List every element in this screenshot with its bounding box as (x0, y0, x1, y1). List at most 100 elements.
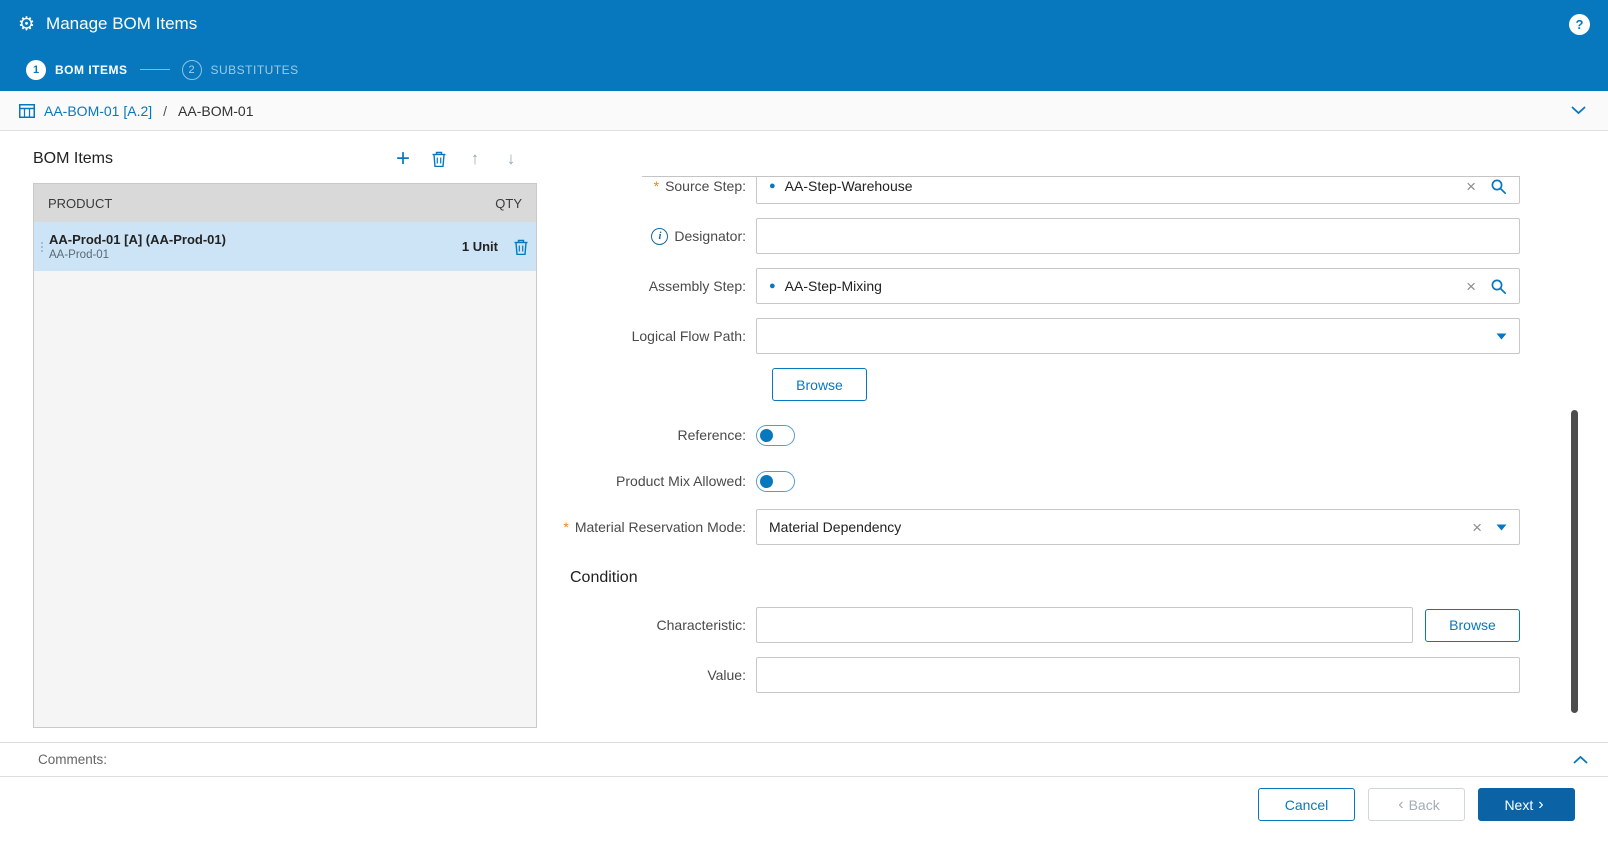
breadcrumb-current: AA-BOM-01 (178, 102, 254, 119)
form-row-source-step: * Source Step: ● AA-Step-Warehouse × (556, 176, 1520, 204)
help-icon[interactable]: ? (1569, 13, 1590, 35)
form-row-product-mix-allowed: Product Mix Allowed: (556, 463, 1520, 499)
comments-section[interactable]: Comments: (0, 742, 1608, 777)
column-header-product: PRODUCT (48, 195, 113, 211)
product-mix-allowed-label-text: Product Mix Allowed: (616, 473, 746, 489)
product-qty: 1 Unit (461, 239, 498, 254)
assembly-step-clear-icon[interactable]: × (1466, 278, 1476, 295)
cancel-button[interactable]: Cancel (1258, 788, 1355, 821)
value-input[interactable] (756, 657, 1520, 693)
value-label: Value: (556, 667, 756, 683)
info-icon[interactable]: i (651, 227, 669, 245)
toggle-knob (760, 428, 773, 442)
assembly-step-search-icon[interactable] (1490, 278, 1507, 295)
designator-label-text: Designator: (674, 228, 746, 244)
breadcrumb-separator: / (163, 102, 168, 119)
logical-flow-path-browse-button[interactable]: Browse (772, 368, 867, 401)
row-delete-icon[interactable] (514, 239, 528, 255)
value-label-text: Value: (707, 667, 746, 683)
material-reservation-mode-select[interactable]: Material Dependency × (756, 509, 1520, 545)
comments-label: Comments: (38, 752, 108, 767)
logical-flow-path-dropdown-icon[interactable] (1496, 333, 1507, 340)
input-actions: × (1472, 519, 1507, 536)
move-down-button[interactable]: ↓ (501, 149, 521, 169)
bom-items-panel: BOM Items + ↑ ↓ PRODUCT QTY AA-Prod-01 [… (33, 143, 537, 728)
source-step-label-text: Source Step: (665, 178, 746, 194)
assembly-step-label-text: Assembly Step: (648, 278, 746, 294)
bom-items-list: PRODUCT QTY AA-Prod-01 [A] (AA-Prod-01) … (33, 183, 537, 728)
next-button[interactable]: Next › (1478, 788, 1575, 821)
move-up-button[interactable]: ↑ (465, 149, 485, 169)
characteristic-input[interactable] (756, 607, 1413, 643)
step-2-label: SUBSTITUTES (210, 62, 299, 77)
collapse-header-chevron-down-icon[interactable] (1571, 106, 1589, 115)
list-header-row: PRODUCT QTY (34, 184, 536, 222)
form-row-reference: Reference: (556, 417, 1520, 453)
breadcrumb: AA-BOM-01 [A.2] / AA-BOM-01 (0, 91, 1608, 131)
material-reservation-mode-label: * Material Reservation Mode: (556, 519, 756, 535)
add-bom-item-button[interactable]: + (393, 147, 413, 171)
source-step-search-icon[interactable] (1490, 178, 1507, 195)
material-reservation-mode-clear-icon[interactable]: × (1472, 519, 1482, 536)
wizard-stepper: 1 BOM ITEMS 2 SUBSTITUTES (0, 48, 1608, 91)
bom-items-title: BOM Items (33, 150, 114, 167)
required-marker: * (653, 178, 660, 194)
step-1-number: 1 (26, 59, 46, 80)
manage-bom-items-icon: ⚙ (18, 13, 36, 35)
logical-flow-path-select[interactable] (756, 318, 1520, 354)
source-step-clear-icon[interactable]: × (1466, 178, 1476, 195)
logical-flow-path-label-text: Logical Flow Path: (631, 328, 746, 344)
source-step-value: AA-Step-Warehouse (784, 178, 913, 194)
input-actions (1496, 333, 1507, 340)
step-2-number: 2 (181, 59, 202, 80)
form-row-characteristic: Characteristic: Browse (556, 607, 1520, 643)
form-row-logical-flow-path: Logical Flow Path: (556, 318, 1520, 354)
assembly-step-label: Assembly Step: (556, 278, 756, 294)
form-scrollbar-thumb[interactable] (1571, 410, 1578, 713)
designator-label: i Designator: (556, 227, 756, 245)
product-cell: AA-Prod-01 [A] (AA-Prod-01) AA-Prod-01 (49, 232, 226, 261)
wizard-footer: Cancel ‹ Back Next › (0, 777, 1608, 852)
material-reservation-mode-label-text: Material Reservation Mode: (574, 519, 746, 535)
bom-item-row-selected[interactable]: AA-Prod-01 [A] (AA-Prod-01) AA-Prod-01 1… (34, 222, 536, 271)
form-row-browse: Browse (556, 368, 1520, 401)
product-subtitle: AA-Prod-01 (49, 249, 110, 261)
back-button-label: Back (1408, 796, 1440, 813)
form-row-assembly-step: Assembly Step: ● AA-Step-Mixing × (556, 268, 1520, 304)
back-chevron-icon: ‹ (1398, 795, 1404, 813)
toggle-knob (760, 474, 773, 488)
form-row-material-reservation-mode: * Material Reservation Mode: Material De… (556, 509, 1520, 545)
bom-items-toolbar: + ↑ ↓ (393, 147, 537, 171)
designator-input[interactable] (756, 218, 1520, 254)
bom-table-icon (19, 103, 35, 118)
characteristic-browse-button[interactable]: Browse (1425, 608, 1520, 642)
assembly-step-input[interactable]: ● AA-Step-Mixing × (756, 268, 1520, 304)
product-mix-allowed-toggle[interactable] (756, 470, 795, 492)
reference-label: Reference: (556, 427, 756, 443)
bom-items-panel-header: BOM Items + ↑ ↓ (33, 143, 537, 175)
logical-flow-path-label: Logical Flow Path: (556, 328, 756, 344)
product-name: AA-Prod-01 [A] (AA-Prod-01) (49, 232, 226, 247)
reference-label-text: Reference: (677, 427, 746, 443)
product-mix-allowed-label: Product Mix Allowed: (556, 473, 756, 489)
app-header: ⚙ Manage BOM Items ? (0, 0, 1608, 48)
form-row-designator: i Designator: (556, 218, 1520, 254)
manage-bom-items-window: ⚙ Manage BOM Items ? 1 BOM ITEMS 2 SUBST… (0, 0, 1608, 852)
step-substitutes[interactable]: 2 SUBSTITUTES (181, 59, 299, 80)
step-1-label: BOM ITEMS (55, 62, 128, 77)
next-chevron-icon: › (1538, 795, 1544, 813)
delete-bom-item-button[interactable] (429, 149, 449, 169)
material-reservation-mode-dropdown-icon[interactable] (1496, 524, 1507, 531)
back-button[interactable]: ‹ Back (1368, 788, 1465, 821)
step-bom-items[interactable]: 1 BOM ITEMS (26, 59, 128, 80)
breadcrumb-link-bom[interactable]: AA-BOM-01 [A.2] (44, 103, 152, 119)
next-button-label: Next (1504, 796, 1534, 813)
form-row-value: Value: (556, 657, 1520, 693)
drag-handle[interactable] (37, 241, 47, 252)
required-marker: * (563, 519, 569, 535)
reference-toggle[interactable] (756, 424, 795, 446)
input-actions: × (1466, 278, 1507, 295)
comments-chevron-up-icon[interactable] (1573, 755, 1588, 764)
entity-dot-icon: ● (769, 179, 776, 192)
source-step-input[interactable]: ● AA-Step-Warehouse × (756, 176, 1520, 204)
